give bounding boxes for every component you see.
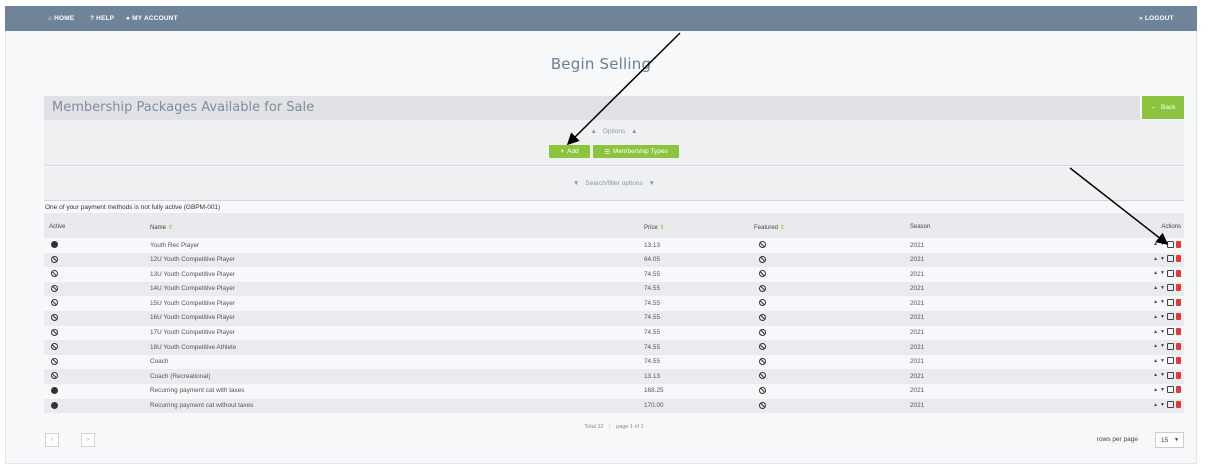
annotation-arrows (566, 32, 1169, 245)
arrow-to-edit-icon (1069, 167, 1169, 245)
arrow-to-add-button (566, 32, 681, 146)
